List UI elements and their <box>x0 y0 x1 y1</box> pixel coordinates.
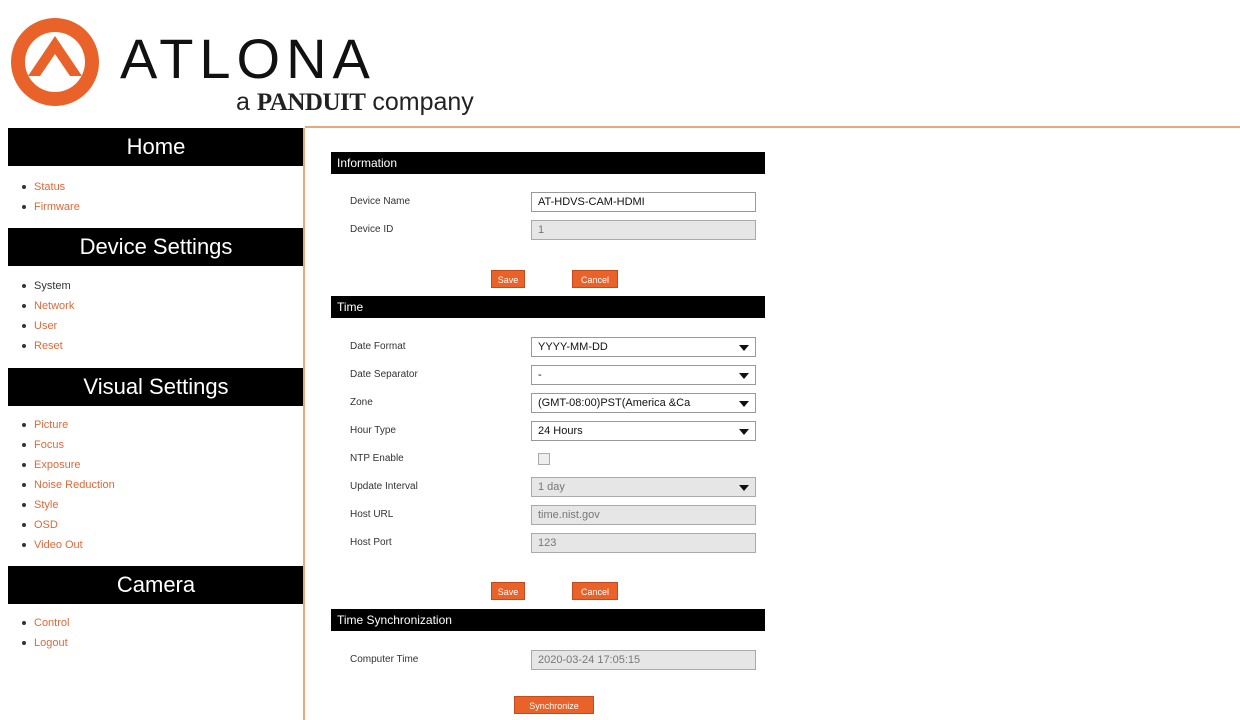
time-save-button[interactable]: Save <box>491 582 525 600</box>
update-interval-label: Update Interval <box>350 481 418 492</box>
sidebar-item-focus[interactable]: Focus <box>22 435 115 455</box>
information-cancel-button[interactable]: Cancel <box>572 270 618 288</box>
date-separator-label: Date Separator <box>350 369 418 380</box>
sidebar-item-status[interactable]: Status <box>22 177 80 197</box>
host-port-label: Host Port <box>350 537 392 548</box>
update-interval-select: 1 day <box>531 477 756 497</box>
sidebar-item-control[interactable]: Control <box>22 613 69 633</box>
section-information-title: Information <box>331 152 765 174</box>
device-name-label: Device Name <box>350 196 411 207</box>
sidebar-item-picture[interactable]: Picture <box>22 415 115 435</box>
computer-time-label: Computer Time <box>350 654 419 665</box>
sidebar-heading-device-settings: Device Settings <box>8 228 304 266</box>
host-port-field: 123 <box>531 533 756 553</box>
sidebar-item-noise-reduction[interactable]: Noise Reduction <box>22 475 115 495</box>
sidebar-item-user[interactable]: User <box>22 316 74 336</box>
device-name-input[interactable]: AT-HDVS-CAM-HDMI <box>531 192 756 212</box>
sidebar-item-system[interactable]: System <box>22 276 74 296</box>
sidebar: Home Status Firmware Device Settings Sys… <box>0 128 305 720</box>
zone-label: Zone <box>350 397 373 408</box>
synchronize-button[interactable]: Synchronize <box>514 696 594 714</box>
date-separator-select[interactable]: - <box>531 365 756 385</box>
sidebar-item-video-out[interactable]: Video Out <box>22 535 115 555</box>
sidebar-item-exposure[interactable]: Exposure <box>22 455 115 475</box>
sidebar-item-reset[interactable]: Reset <box>22 336 74 356</box>
device-id-label: Device ID <box>350 224 394 235</box>
header-divider <box>305 126 1240 128</box>
host-url-field: time.nist.gov <box>531 505 756 525</box>
hour-type-select[interactable]: 24 Hours <box>531 421 756 441</box>
ntp-enable-checkbox[interactable] <box>538 453 550 465</box>
zone-select[interactable]: (GMT-08:00)PST(America &Ca <box>531 393 756 413</box>
sidebar-list-camera: Control Logout <box>22 613 69 653</box>
sidebar-heading-camera: Camera <box>8 566 304 604</box>
sidebar-item-firmware[interactable]: Firmware <box>22 197 80 217</box>
computer-time-field: 2020-03-24 17:05:15 <box>531 650 756 670</box>
section-time-title: Time <box>331 296 765 318</box>
date-format-select[interactable]: YYYY-MM-DD <box>531 337 756 357</box>
sidebar-list-device: System Network User Reset <box>22 276 74 356</box>
panduit-wordmark: PANDUIT <box>256 89 366 116</box>
tagline-prefix: a <box>236 88 257 116</box>
ntp-enable-label: NTP Enable <box>350 453 404 464</box>
sidebar-item-style[interactable]: Style <box>22 495 115 515</box>
sidebar-item-network[interactable]: Network <box>22 296 74 316</box>
tagline-suffix: company <box>365 88 474 116</box>
host-url-label: Host URL <box>350 509 394 520</box>
header: ATLONA a PANDUIT company <box>0 0 1240 128</box>
section-time-sync-title: Time Synchronization <box>331 609 765 631</box>
brand-tagline: a PANDUIT company <box>236 88 474 117</box>
sidebar-divider <box>303 128 305 720</box>
sidebar-item-logout[interactable]: Logout <box>22 633 69 653</box>
sidebar-list-home: Status Firmware <box>22 177 80 217</box>
date-format-label: Date Format <box>350 341 406 352</box>
device-id-field: 1 <box>531 220 756 240</box>
information-save-button[interactable]: Save <box>491 270 525 288</box>
sidebar-heading-home: Home <box>8 128 304 166</box>
sidebar-item-osd[interactable]: OSD <box>22 515 115 535</box>
hour-type-label: Hour Type <box>350 425 396 436</box>
brand-name: ATLONA <box>120 27 376 90</box>
sidebar-list-visual: Picture Focus Exposure Noise Reduction S… <box>22 415 115 555</box>
atlona-logo-icon <box>11 18 99 106</box>
sidebar-heading-visual-settings: Visual Settings <box>8 368 304 406</box>
time-cancel-button[interactable]: Cancel <box>572 582 618 600</box>
